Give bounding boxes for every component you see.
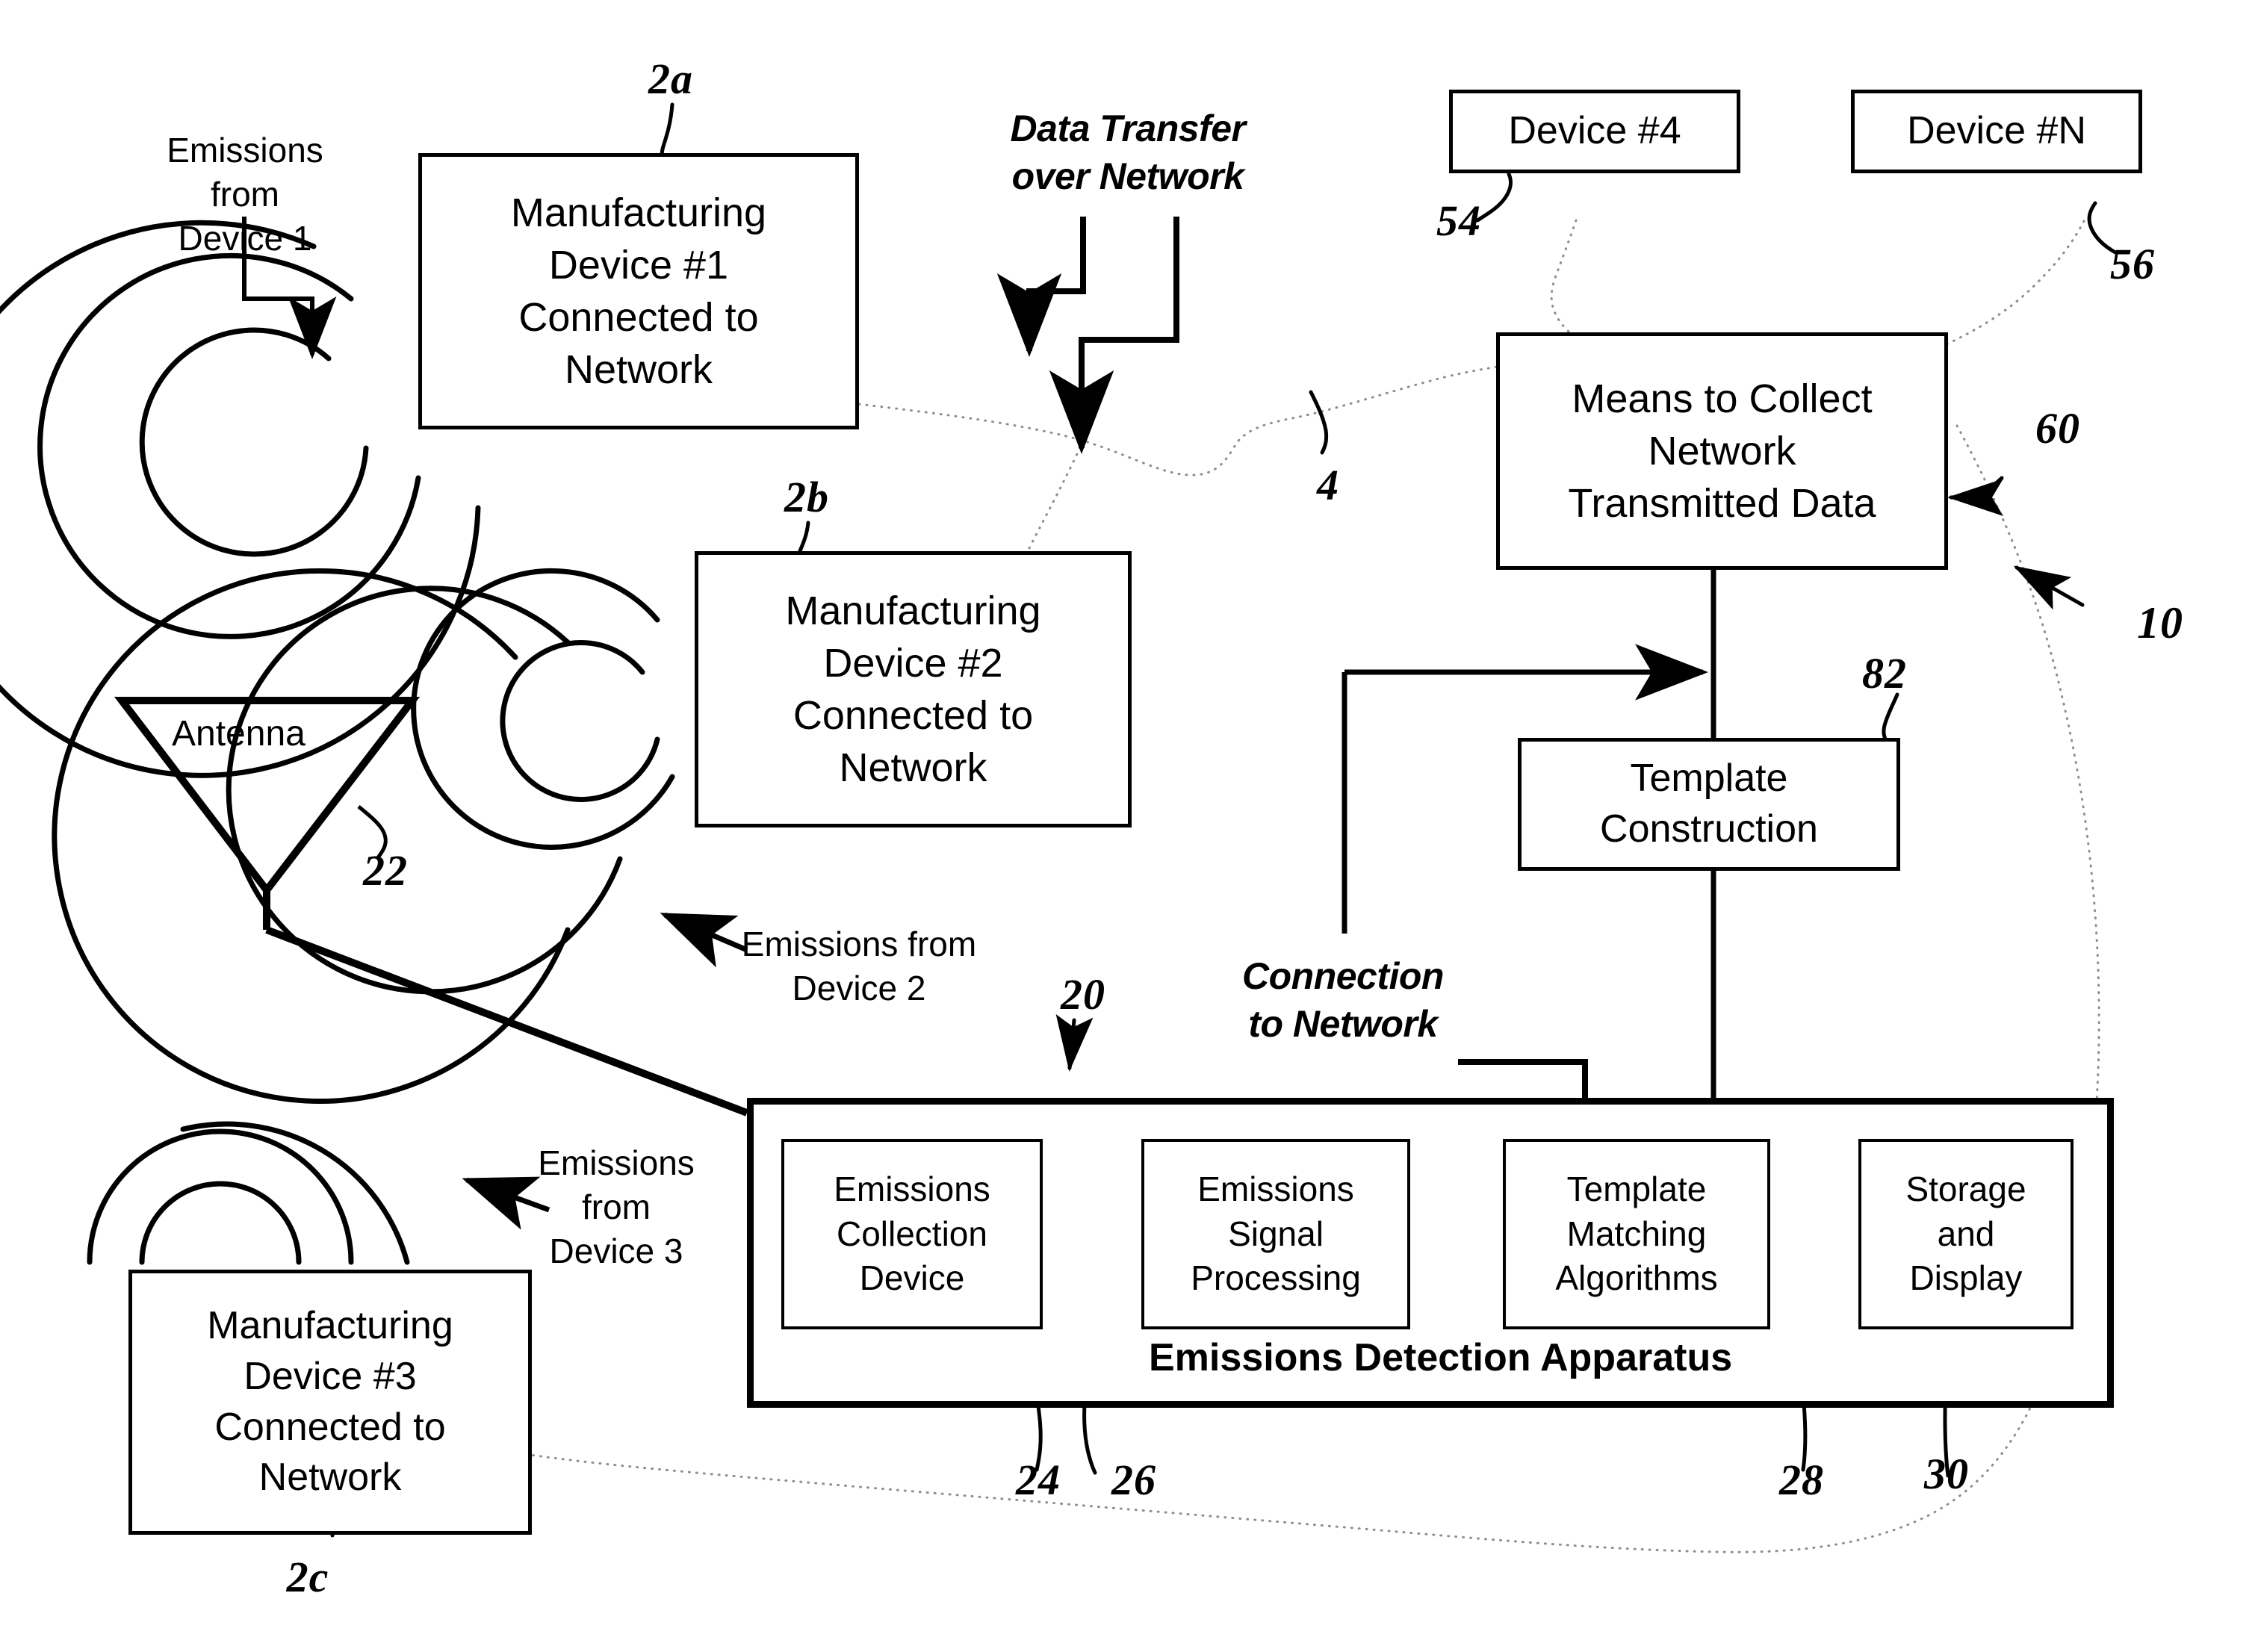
- ref-numeral-10: 10: [2137, 598, 2183, 648]
- ref-numeral-2c: 2c: [286, 1553, 329, 1601]
- apparatus-title-label: Emissions Detection Apparatus: [1149, 1336, 1733, 1379]
- ref-numeral-2b: 2b: [784, 473, 829, 521]
- box-emissions-collection-device[interactable]: Emissions Collection Device: [781, 1139, 1043, 1329]
- box-template-construction[interactable]: Template Construction: [1518, 738, 1900, 871]
- ref-numeral-56: 56: [2110, 240, 2155, 288]
- label-emissions-from-device-2: Emissions from Device 2: [741, 925, 977, 1007]
- data-transfer-arrows: [996, 217, 1179, 454]
- box-template-matching-algorithms[interactable]: Template Matching Algorithms: [1503, 1139, 1770, 1329]
- ref-leader-82: [1882, 692, 1899, 746]
- box-device-n[interactable]: Device #N: [1851, 90, 2142, 173]
- label-emissions-from-device-3: Emissions from Device 3: [538, 1143, 695, 1270]
- label-data-transfer-over-network: Data Transfer over Network: [1010, 108, 1246, 197]
- ref-numeral-82: 82: [1862, 649, 1907, 698]
- ref-leader-60: [1947, 476, 2004, 516]
- ref-leader-20: [1055, 1013, 1094, 1072]
- antenna-label: Antenna: [172, 714, 305, 754]
- ref-numeral-4: 4: [1317, 461, 1339, 509]
- patent-figure-canvas: Manufacturing Device #1 Connected to Net…: [0, 0, 2258, 1652]
- ref-numeral-28: 28: [1779, 1456, 1824, 1504]
- ref-leader-4: [1309, 390, 1329, 455]
- box-manufacturing-device-2[interactable]: Manufacturing Device #2 Connected to Net…: [695, 551, 1132, 827]
- emission-waves-device-2: [52, 568, 675, 1104]
- ref-numeral-2a: 2a: [648, 55, 693, 103]
- ref-numeral-22: 22: [363, 846, 408, 895]
- ref-numeral-26: 26: [1111, 1456, 1156, 1504]
- box-manufacturing-device-3[interactable]: Manufacturing Device #3 Connected to Net…: [128, 1270, 532, 1535]
- box-emissions-signal-processing[interactable]: Emissions Signal Processing: [1141, 1139, 1410, 1329]
- box-means-to-collect-network-data[interactable]: Means to Collect Network Transmitted Dat…: [1496, 332, 1948, 570]
- emission-waves-device-3: [87, 1121, 410, 1265]
- ref-numeral-54: 54: [1436, 196, 1481, 245]
- ref-numeral-20: 20: [1061, 970, 1105, 1019]
- box-manufacturing-device-1[interactable]: Manufacturing Device #1 Connected to Net…: [418, 153, 859, 429]
- box-storage-and-display[interactable]: Storage and Display: [1858, 1139, 2074, 1329]
- emission-waves-device-1: [0, 220, 481, 778]
- label-connection-to-network: Connection to Network: [1242, 955, 1444, 1045]
- antenna-shape: [114, 697, 748, 1117]
- ref-numeral-30: 30: [1924, 1450, 1969, 1498]
- box-device-4[interactable]: Device #4: [1449, 90, 1740, 173]
- label-emissions-from-device-1: Emissions from Device 1: [167, 131, 323, 258]
- ref-numeral-24: 24: [1016, 1456, 1061, 1504]
- ref-leader-10: [2013, 565, 2085, 610]
- ref-numeral-60: 60: [2035, 404, 2080, 453]
